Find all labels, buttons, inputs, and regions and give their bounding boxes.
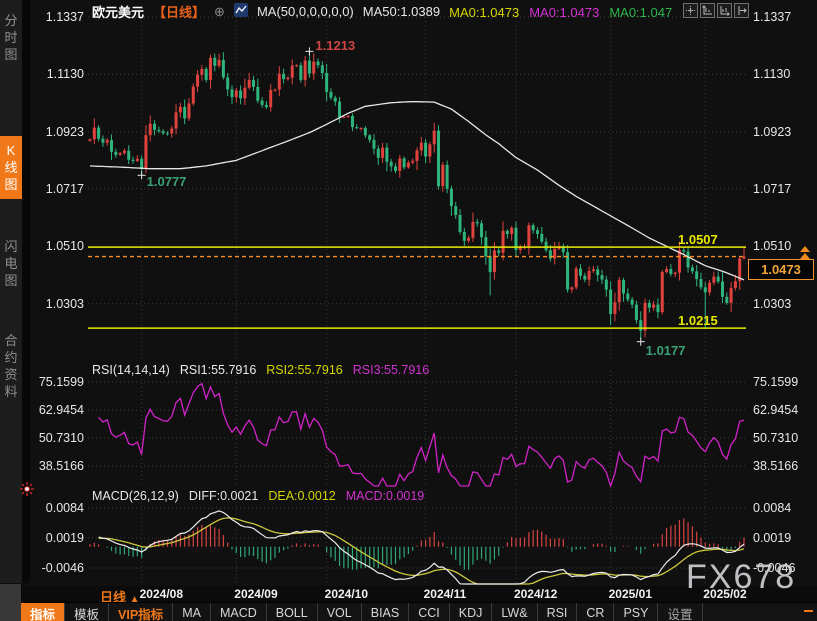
indicator-button[interactable]: 指标 (21, 603, 65, 621)
tab-contract-info[interactable]: 合约资料 (0, 326, 22, 406)
template-button[interactable]: 模板 (65, 603, 109, 621)
symbol-name[interactable]: 欧元美元 (92, 5, 144, 20)
price-marker-arrows (800, 246, 810, 260)
price-axis-label: 1.0717 (753, 182, 791, 196)
macd-axis-label: 0.0084 (753, 501, 791, 515)
month-label: 2025/01 (609, 587, 652, 601)
rsi-axis-label: 50.7310 (34, 431, 84, 445)
ma-current-value: MA0:1.047 (609, 5, 672, 20)
last-price-tag: 1.0473 (748, 259, 814, 280)
rsi-axis-label: 75.1599 (753, 375, 798, 389)
month-label: 2024/08 (140, 587, 183, 601)
diff-value: DIFF:0.0021 (189, 489, 258, 503)
cci-button[interactable]: CCI (409, 603, 450, 621)
tab-candlestick-chart[interactable]: K线图 (0, 136, 22, 199)
x-axis-scale-icon[interactable] (717, 3, 732, 18)
vol-button[interactable]: VOL (318, 603, 362, 621)
macd-axis-label: 0.0084 (34, 501, 84, 515)
rsi2-value: RSI2:55.7916 (266, 363, 342, 377)
price-axis-label: 1.0303 (34, 297, 84, 311)
rsi-axis-label: 38.5166 (753, 459, 798, 473)
chart-tool-icons (683, 3, 749, 18)
price-axis-label: 1.1337 (34, 10, 84, 24)
price-axis-label: 1.0510 (34, 239, 84, 253)
bias-button[interactable]: BIAS (362, 603, 410, 621)
month-label: 2024/12 (514, 587, 557, 601)
tab-flash-chart[interactable]: 闪电图 (0, 232, 22, 295)
peak-price-label: 1.1213 (315, 38, 355, 53)
price-axis-label: 1.0510 (753, 239, 791, 253)
resistance-label: 1.0507 (678, 232, 718, 247)
mini-chart-icon[interactable] (234, 3, 248, 20)
y-axis-scale-icon[interactable] (700, 3, 715, 18)
macd-axis-label: 0.0019 (753, 531, 791, 545)
cr-button[interactable]: CR (577, 603, 614, 621)
rsi-button[interactable]: RSI (538, 603, 578, 621)
rsi1-value: RSI1:55.7916 (180, 363, 256, 377)
macd-header: MACD(26,12,9) DIFF:0.0021 DEA:0.0012 MACD:0… (92, 489, 434, 503)
ma-extra-values: MA0:1.0473 MA0:1.0473 MA0:1.047 (449, 3, 682, 18)
psy-button[interactable]: PSY (614, 603, 658, 621)
toolbar-scroll-dash[interactable] (804, 610, 813, 612)
sidebar-tab-label: 分时图 (4, 12, 19, 63)
rsi-axis-label: 38.5166 (34, 459, 84, 473)
ma-current-value: MA0:1.0473 (449, 5, 519, 20)
price-axis-label: 1.0303 (753, 297, 791, 311)
macd-axis-label: -0.0046 (34, 561, 84, 575)
price-axis-label: 1.0717 (34, 182, 84, 196)
settings-button[interactable]: 设置 (658, 603, 702, 621)
rsi3-value: RSI3:55.7916 (353, 363, 429, 377)
ma-current-value: MA0:1.0473 (529, 5, 599, 20)
price-axis-label: 1.1130 (753, 67, 790, 81)
price-axis-label: 1.1337 (753, 10, 791, 24)
chart-header: 欧元美元【日线】 ⊕ MA(50,0,0,0,0,0) MA50:1.0389 MA0:… (92, 2, 691, 21)
month-label: 2024/09 (234, 587, 277, 601)
rsi-axis-label: 50.7310 (753, 431, 798, 445)
sidebar-tab-label: K线图 (4, 142, 19, 193)
rsi-header: RSI(14,14,14) RSI1:55.7916 RSI2:55.7916 RSI… (92, 363, 439, 377)
price-axis-label: 1.0923 (753, 125, 791, 139)
rsi-title: RSI(14,14,14) (92, 363, 170, 377)
sidebar-tab-label: 闪电图 (4, 238, 19, 289)
ma-button[interactable]: MA (173, 603, 211, 621)
rsi-axis-label: 62.9454 (753, 403, 798, 417)
support-label: 1.0215 (678, 313, 718, 328)
chart-area[interactable]: 欧元美元【日线】 ⊕ MA(50,0,0,0,0,0) MA50:1.0389 MA0:… (30, 0, 817, 586)
add-indicator-icon[interactable]: ⊕ (214, 4, 225, 19)
alert-starburst-icon[interactable] (20, 482, 34, 501)
indicator-toolbar: 指标模板VIP指标MAMACDBOLLVOLBIASCCIKDJLW&RSICR… (0, 602, 817, 621)
lw-button[interactable]: LW& (492, 603, 537, 621)
kdj-button[interactable]: KDJ (450, 603, 493, 621)
tab-time-share-chart[interactable]: 分时图 (0, 6, 22, 69)
pan-right-icon[interactable] (734, 3, 749, 18)
january-low-label: 1.0177 (646, 343, 686, 358)
rsi-axis-label: 62.9454 (34, 403, 84, 417)
period-tag[interactable]: 【日线】 (153, 5, 205, 20)
boll-button[interactable]: BOLL (267, 603, 318, 621)
price-axis-label: 1.0923 (34, 125, 84, 139)
corner-block (0, 584, 21, 621)
trading-app-window: 欧元美元【日线】 ⊕ MA(50,0,0,0,0,0) MA50:1.0389 MA0:… (0, 0, 817, 621)
sidebar-tab-label: 合约资料 (4, 332, 19, 400)
dea-value: DEA:0.0012 (268, 489, 335, 503)
price-axis-label: 1.1130 (34, 67, 84, 81)
month-label: 2024/11 (424, 587, 467, 601)
ma-settings: MA(50,0,0,0,0,0) (257, 4, 354, 19)
august-low-label: 1.0777 (147, 174, 187, 189)
vip-indicator-button[interactable]: VIP指标 (109, 603, 173, 621)
macd-value: MACD:0.0019 (346, 489, 425, 503)
macd-axis-label: 0.0019 (34, 531, 84, 545)
macd-title: MACD(26,12,9) (92, 489, 179, 503)
crosshair-icon[interactable] (683, 3, 698, 18)
ma50-value: MA50:1.0389 (363, 4, 440, 19)
month-label: 2024/10 (325, 587, 368, 601)
rsi-axis-label: 75.1599 (34, 375, 84, 389)
macd-button[interactable]: MACD (211, 603, 267, 621)
fx678-watermark: FX678 (686, 558, 796, 597)
